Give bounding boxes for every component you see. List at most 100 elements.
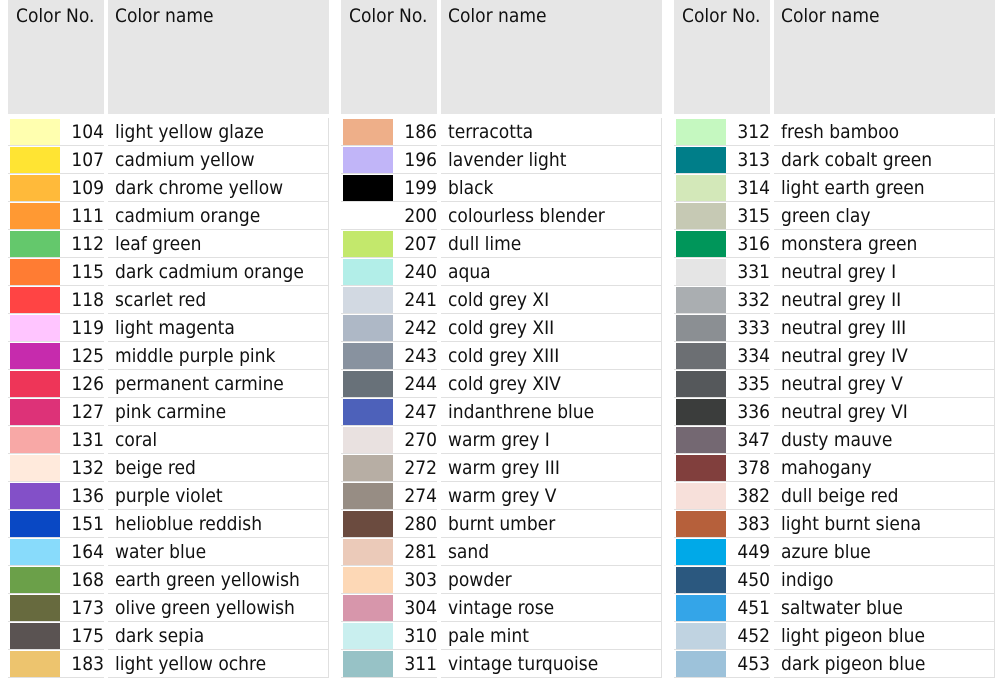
color-number: 131: [60, 426, 104, 454]
color-name: neutral grey VI: [774, 398, 995, 426]
color-number: 242: [393, 314, 437, 342]
color-name: indigo: [774, 566, 995, 594]
color-name: burnt umber: [441, 510, 662, 538]
color-number: 453: [726, 650, 770, 678]
color-name: light magenta: [108, 314, 329, 342]
color-row: 347 dusty mauve: [674, 426, 999, 454]
color-number: 200: [393, 202, 437, 230]
color-swatch: [676, 231, 726, 257]
color-number: 125: [60, 342, 104, 370]
color-swatch: [676, 259, 726, 285]
color-number: 168: [60, 566, 104, 594]
color-number: 196: [393, 146, 437, 174]
color-row: 310 pale mint: [341, 622, 666, 650]
color-swatch: [10, 399, 60, 425]
color-swatch: [343, 231, 393, 257]
color-name: colourless blender: [441, 202, 662, 230]
color-row: 281 sand: [341, 538, 666, 566]
color-swatch: [10, 623, 60, 649]
color-swatch: [676, 595, 726, 621]
color-row: 200 colourless blender: [341, 202, 666, 230]
color-rows: 104 light yellow glaze 107 cadmium yellow 10…: [8, 118, 333, 678]
color-name: fresh bamboo: [774, 118, 995, 146]
color-name: saltwater blue: [774, 594, 995, 622]
color-row: 196 lavender light: [341, 146, 666, 174]
color-number: 151: [60, 510, 104, 538]
color-swatch: [10, 455, 60, 481]
color-rows: 312 fresh bamboo 313 dark cobalt green 314 li…: [674, 118, 999, 678]
color-name: cold grey XIII: [441, 342, 662, 370]
color-number: 207: [393, 230, 437, 258]
color-number: 450: [726, 566, 770, 594]
color-name: scarlet red: [108, 286, 329, 314]
color-name: cold grey XIV: [441, 370, 662, 398]
color-row: 244 cold grey XIV: [341, 370, 666, 398]
color-number: 383: [726, 510, 770, 538]
color-swatch: [676, 287, 726, 313]
color-name: dark cadmium orange: [108, 258, 329, 286]
color-number: 183: [60, 650, 104, 678]
color-name: neutral grey V: [774, 370, 995, 398]
color-number: 186: [393, 118, 437, 146]
color-number: 247: [393, 398, 437, 426]
color-number: 107: [60, 146, 104, 174]
color-swatch: [10, 315, 60, 341]
color-row: 312 fresh bamboo: [674, 118, 999, 146]
color-row: 183 light yellow ochre: [8, 650, 333, 678]
color-swatch: [10, 651, 60, 677]
color-number: 126: [60, 370, 104, 398]
color-row: 112 leaf green: [8, 230, 333, 258]
color-name: sand: [441, 538, 662, 566]
color-number: 243: [393, 342, 437, 370]
color-number: 452: [726, 622, 770, 650]
color-number: 449: [726, 538, 770, 566]
color-number: 104: [60, 118, 104, 146]
color-name: dull beige red: [774, 482, 995, 510]
color-swatch: [343, 119, 393, 145]
color-swatch: [676, 455, 726, 481]
color-swatch: [676, 539, 726, 565]
color-row: 242 cold grey XII: [341, 314, 666, 342]
color-name: light burnt siena: [774, 510, 995, 538]
color-row: 335 neutral grey V: [674, 370, 999, 398]
color-row: 119 light magenta: [8, 314, 333, 342]
color-name: dark pigeon blue: [774, 650, 995, 678]
color-number: 451: [726, 594, 770, 622]
color-name: coral: [108, 426, 329, 454]
color-row: 168 earth green yellowish: [8, 566, 333, 594]
color-swatch: [676, 119, 726, 145]
header-color-name: Color name: [441, 0, 662, 114]
color-number: 199: [393, 174, 437, 202]
color-row: 241 cold grey XI: [341, 286, 666, 314]
color-row: 127 pink carmine: [8, 398, 333, 426]
color-name: leaf green: [108, 230, 329, 258]
color-number: 115: [60, 258, 104, 286]
color-name: cold grey XI: [441, 286, 662, 314]
color-swatch: [676, 567, 726, 593]
color-number: 311: [393, 650, 437, 678]
color-name: light pigeon blue: [774, 622, 995, 650]
color-swatch: [10, 231, 60, 257]
color-row: 313 dark cobalt green: [674, 146, 999, 174]
color-swatch: [343, 203, 393, 229]
header-color-no: Color No.: [674, 0, 770, 114]
color-swatch: [10, 259, 60, 285]
color-number: 244: [393, 370, 437, 398]
color-row: 336 neutral grey VI: [674, 398, 999, 426]
color-name: neutral grey II: [774, 286, 995, 314]
color-number: 118: [60, 286, 104, 314]
color-rows: 186 terracotta 196 lavender light 199 black 20…: [341, 118, 666, 678]
color-number: 119: [60, 314, 104, 342]
color-number: 316: [726, 230, 770, 258]
color-name: green clay: [774, 202, 995, 230]
color-name: earth green yellowish: [108, 566, 329, 594]
color-row: 449 azure blue: [674, 538, 999, 566]
color-number: 310: [393, 622, 437, 650]
color-row: 272 warm grey III: [341, 454, 666, 482]
color-row: 383 light burnt siena: [674, 510, 999, 538]
color-swatch: [343, 371, 393, 397]
color-row: 332 neutral grey II: [674, 286, 999, 314]
color-swatch: [343, 455, 393, 481]
color-swatch: [343, 539, 393, 565]
color-number: 270: [393, 426, 437, 454]
